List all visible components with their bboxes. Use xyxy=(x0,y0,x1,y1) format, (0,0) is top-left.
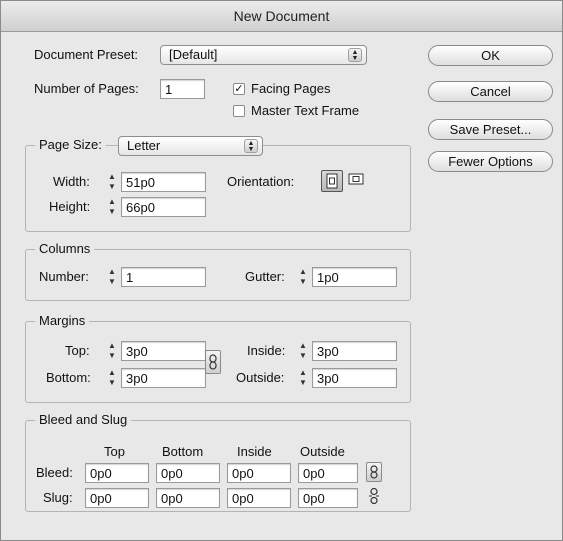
fewer-options-button[interactable]: Fewer Options xyxy=(428,151,553,172)
stepper-arrows-icon[interactable]: ▲ ▼ xyxy=(298,341,308,361)
stepper-arrows-icon[interactable]: ▲ ▼ xyxy=(107,341,117,361)
number-of-pages-label: Number of Pages: xyxy=(34,81,139,96)
landscape-orientation-icon[interactable] xyxy=(347,172,365,190)
document-preset-label: Document Preset: xyxy=(34,47,139,62)
master-text-frame-checkbox[interactable] xyxy=(233,105,245,117)
height-label: Height: xyxy=(49,199,91,214)
gutter-label: Gutter: xyxy=(245,269,285,284)
document-preset-dropdown[interactable]: [Default] ▲ ▼ xyxy=(160,45,367,65)
margin-top-label: Top: xyxy=(65,343,90,358)
new-document-dialog: New Document Document Preset: [Default] … xyxy=(0,0,563,541)
bleed-inside-field[interactable]: 0p0 xyxy=(227,463,291,483)
bleed-bottom-field[interactable]: 0p0 xyxy=(156,463,220,483)
margin-inside-label: Inside: xyxy=(247,343,286,358)
width-field[interactable]: 51p0 xyxy=(121,172,206,192)
margin-inside-field[interactable]: 3p0 xyxy=(312,341,397,361)
stepper-arrows-icon[interactable]: ▲ ▼ xyxy=(298,267,308,287)
column-header-outside: Outside xyxy=(300,444,345,459)
stepper-arrows-icon[interactable]: ▲ ▼ xyxy=(107,267,117,287)
stepper-arrows-icon[interactable]: ▲ ▼ xyxy=(107,197,117,217)
margin-bottom-label: Bottom: xyxy=(46,370,91,385)
portrait-orientation-icon[interactable] xyxy=(321,170,343,192)
page-size-label: Page Size: xyxy=(35,137,106,153)
slug-inside-field[interactable]: 0p0 xyxy=(227,488,291,508)
margin-outside-field[interactable]: 3p0 xyxy=(312,368,397,388)
master-text-frame-label: Master Text Frame xyxy=(251,103,360,118)
dropdown-arrows-icon: ▲ ▼ xyxy=(348,48,362,62)
slug-outside-field[interactable]: 0p0 xyxy=(298,488,358,508)
column-header-bottom: Bottom xyxy=(162,444,204,459)
dialog-title: New Document xyxy=(1,1,562,32)
slug-label: Slug: xyxy=(43,490,73,505)
bleed-outside-field[interactable]: 0p0 xyxy=(298,463,358,483)
column-header-inside: Inside xyxy=(237,444,272,459)
margins-title: Margins xyxy=(35,313,90,329)
stepper-arrows-icon[interactable]: ▲ ▼ xyxy=(107,368,117,388)
dropdown-arrows-icon: ▲ ▼ xyxy=(244,139,258,153)
facing-pages-label: Facing Pages xyxy=(251,81,331,96)
slug-top-field[interactable]: 0p0 xyxy=(85,488,149,508)
columns-number-field[interactable]: 1 xyxy=(121,267,206,287)
chain-link-icon[interactable] xyxy=(205,350,221,374)
bleed-top-field[interactable]: 0p0 xyxy=(85,463,149,483)
orientation-label: Orientation: xyxy=(227,174,295,189)
ok-button[interactable]: OK xyxy=(428,45,553,66)
cancel-button[interactable]: Cancel xyxy=(428,81,553,102)
document-preset-value: [Default] xyxy=(169,47,218,62)
number-of-pages-field[interactable]: 1 xyxy=(160,79,205,99)
save-preset-button[interactable]: Save Preset... xyxy=(428,119,553,140)
bleed-and-slug-title: Bleed and Slug xyxy=(35,412,132,428)
broken-chain-icon[interactable] xyxy=(366,487,382,508)
columns-number-label: Number: xyxy=(39,269,89,284)
column-header-top: Top xyxy=(104,444,125,459)
margin-bottom-field[interactable]: 3p0 xyxy=(121,368,206,388)
margin-outside-label: Outside: xyxy=(236,370,285,385)
bleed-label: Bleed: xyxy=(36,465,73,480)
page-size-dropdown[interactable]: Letter ▲ ▼ xyxy=(118,136,263,156)
columns-title: Columns xyxy=(35,241,95,257)
width-label: Width: xyxy=(53,174,90,189)
height-field[interactable]: 66p0 xyxy=(121,197,206,217)
gutter-field[interactable]: 1p0 xyxy=(312,267,397,287)
stepper-arrows-icon[interactable]: ▲ ▼ xyxy=(298,368,308,388)
stepper-arrows-icon[interactable]: ▲ ▼ xyxy=(107,172,117,192)
chain-link-icon[interactable] xyxy=(366,462,382,482)
margin-top-field[interactable]: 3p0 xyxy=(121,341,206,361)
page-size-value: Letter xyxy=(127,138,161,153)
facing-pages-checkbox[interactable]: ✓ xyxy=(233,83,245,95)
slug-bottom-field[interactable]: 0p0 xyxy=(156,488,220,508)
